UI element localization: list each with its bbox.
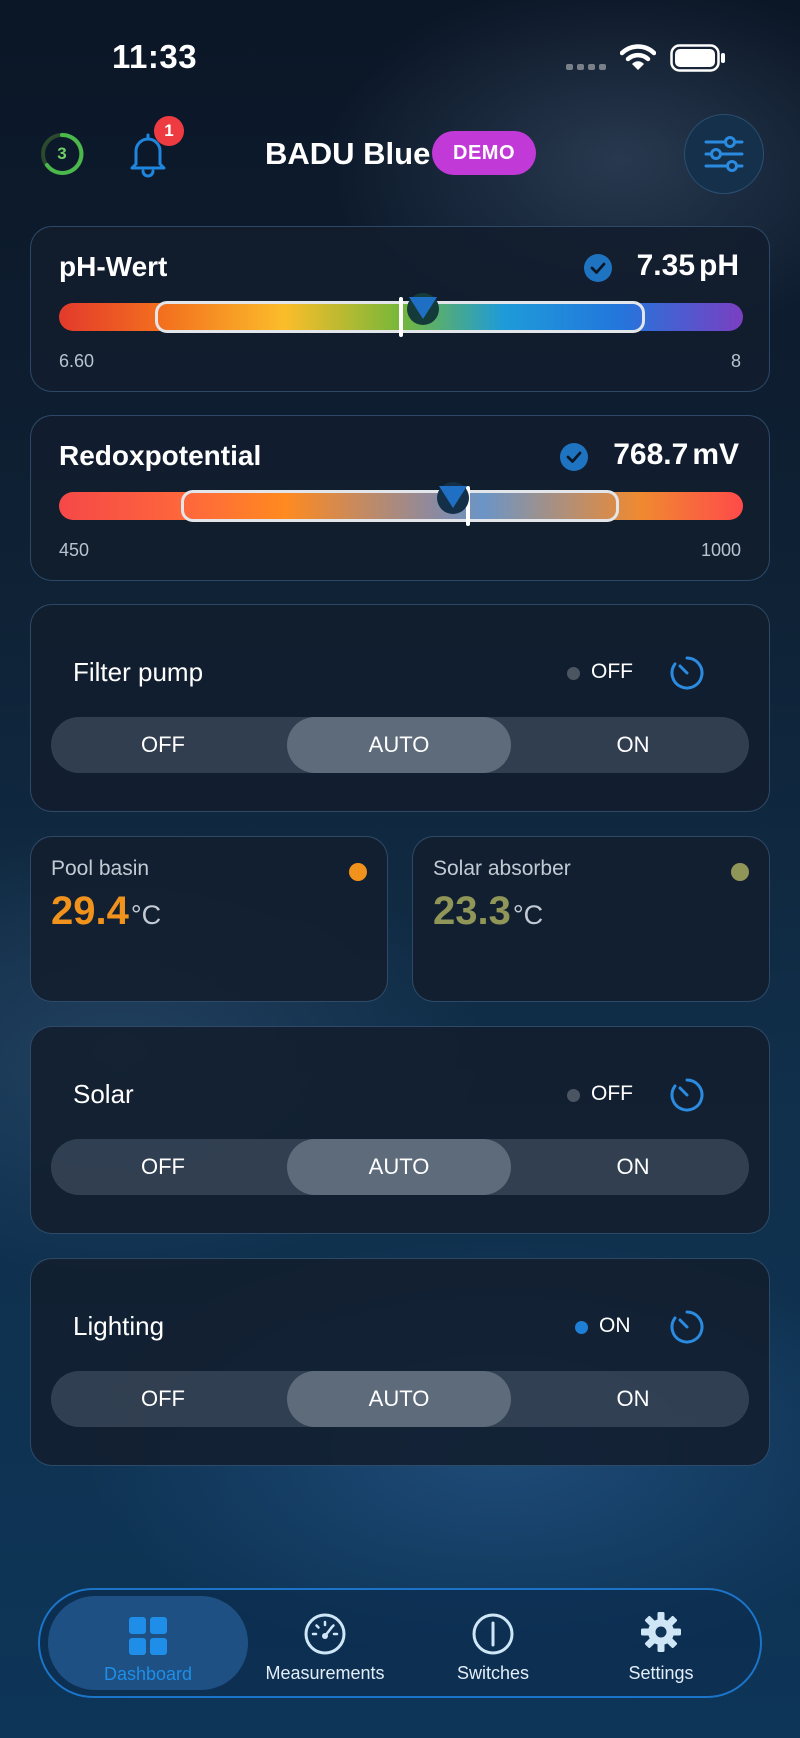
redox-reading: 768.7 mV — [613, 438, 739, 472]
redox-value: 768.7 — [613, 438, 689, 471]
schedule-timer-icon[interactable] — [669, 1309, 705, 1345]
cellular-signal-icon — [566, 64, 606, 70]
filter-pump-mode-selector: OFF AUTO ON — [51, 717, 749, 773]
ph-reading: 7.35 pH — [637, 249, 739, 283]
solar-mode-on[interactable]: ON — [521, 1139, 745, 1195]
lighting-state-dot — [575, 1321, 588, 1334]
ph-scale-max: 8 — [730, 351, 741, 371]
filter-pump-title: Filter pump — [73, 657, 204, 687]
solar-state: OFF — [591, 1082, 633, 1105]
redox-target-range — [181, 490, 619, 522]
ph-value-pointer — [407, 293, 439, 325]
solar-absorber-temperature: 23.3°C — [433, 889, 543, 934]
redox-scale-max: 1000 — [700, 540, 741, 560]
solar-absorber-label: Solar absorber — [433, 857, 571, 880]
solar-title: Solar — [73, 1079, 134, 1109]
nav-tab-switches[interactable]: Switches — [408, 1590, 578, 1696]
pool-basin-temperature: 29.4°C — [51, 889, 161, 934]
gauge-icon — [304, 1613, 346, 1655]
redox-measurement-card[interactable]: Redoxpotential 768.7 mV 450 1000 — [30, 415, 770, 581]
solar-mode-selector: OFF AUTO ON — [51, 1139, 749, 1195]
sliders-icon — [704, 136, 744, 172]
lighting-mode-selector: OFF AUTO ON — [51, 1371, 749, 1427]
checkmark-icon — [560, 443, 588, 471]
nav-label-dashboard: Dashboard — [103, 1664, 193, 1684]
filter-pump-state-dot — [567, 667, 580, 680]
bottom-navigation: Dashboard Measurements Switches Settings — [38, 1588, 762, 1698]
redox-value-pointer — [437, 482, 469, 514]
ph-scale-min: 6.60 — [59, 351, 95, 371]
pool-basin-unit: °C — [130, 900, 162, 930]
dashboard-grid-icon — [129, 1617, 167, 1655]
ph-unit: pH — [699, 249, 739, 282]
device-title: BADU Blue — [265, 136, 431, 171]
pool-basin-status-dot — [349, 863, 367, 881]
filter-pump-mode-on[interactable]: ON — [521, 717, 745, 773]
lighting-title: Lighting — [73, 1311, 165, 1341]
settings-filter-button[interactable] — [684, 114, 764, 194]
ph-title: pH-Wert — [59, 251, 168, 282]
ph-value: 7.35 — [636, 249, 695, 282]
schedule-timer-icon[interactable] — [669, 655, 705, 691]
nav-label-switches: Switches — [456, 1663, 530, 1683]
redox-scale-min: 450 — [59, 540, 90, 560]
pool-basin-temp-card[interactable]: Pool basin 29.4°C — [30, 836, 388, 1002]
filter-pump-state: OFF — [591, 660, 633, 683]
solar-absorber-value: 23.3 — [433, 889, 511, 933]
lighting-mode-auto[interactable]: AUTO — [287, 1371, 511, 1427]
power-icon — [472, 1613, 514, 1655]
filter-pump-mode-off[interactable]: OFF — [51, 717, 275, 773]
lighting-mode-on[interactable]: ON — [521, 1371, 745, 1427]
ph-measurement-card[interactable]: pH-Wert 7.35 pH 6.60 8 — [30, 226, 770, 392]
nav-label-settings: Settings — [628, 1663, 694, 1683]
gear-icon — [641, 1612, 681, 1652]
lighting-mode-off[interactable]: OFF — [51, 1371, 275, 1427]
solar-absorber-temp-card[interactable]: Solar absorber 23.3°C — [412, 836, 770, 1002]
active-timers-indicator[interactable]: 3 — [40, 132, 84, 176]
lighting-state: ON — [599, 1314, 631, 1337]
status-time: 11:33 — [112, 38, 198, 75]
notification-count-badge: 1 — [154, 116, 184, 146]
solar-mode-off[interactable]: OFF — [51, 1139, 275, 1195]
filter-pump-mode-auto[interactable]: AUTO — [287, 717, 511, 773]
nav-tab-measurements[interactable]: Measurements — [240, 1590, 410, 1696]
schedule-timer-icon[interactable] — [669, 1077, 705, 1113]
active-timers-count: 3 — [57, 144, 67, 163]
solar-state-dot — [567, 1089, 580, 1102]
pool-basin-value: 29.4 — [51, 889, 129, 933]
nav-label-measurements: Measurements — [265, 1663, 385, 1683]
solar-card: Solar OFF OFF AUTO ON — [30, 1026, 770, 1234]
checkmark-icon — [584, 254, 612, 282]
nav-tab-settings[interactable]: Settings — [576, 1590, 746, 1696]
solar-mode-auto[interactable]: AUTO — [287, 1139, 511, 1195]
nav-tab-dashboard[interactable]: Dashboard — [48, 1596, 248, 1690]
redox-unit: mV — [692, 438, 739, 471]
lighting-card: Lighting ON OFF AUTO ON — [30, 1258, 770, 1466]
solar-absorber-status-dot — [731, 863, 749, 881]
wifi-icon — [620, 44, 656, 70]
redox-title: Redoxpotential — [59, 440, 262, 471]
pool-basin-label: Pool basin — [51, 857, 150, 880]
filter-pump-card: Filter pump OFF OFF AUTO ON — [30, 604, 770, 812]
demo-badge: DEMO — [432, 131, 536, 175]
solar-absorber-unit: °C — [512, 900, 544, 930]
battery-icon — [670, 44, 725, 72]
